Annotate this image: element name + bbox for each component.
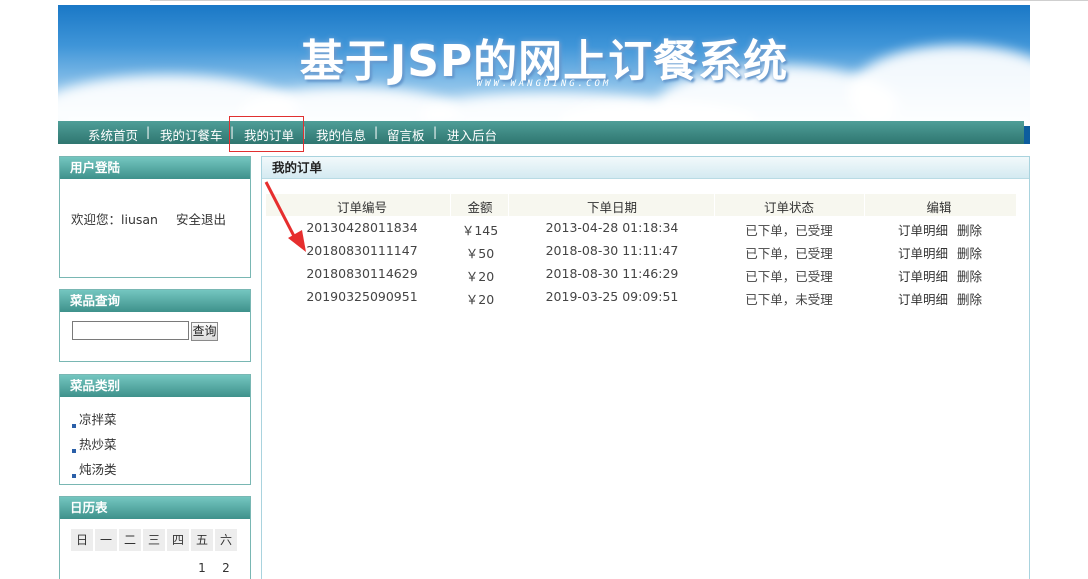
nav-admin[interactable]: 进入后台	[447, 125, 497, 144]
weekday-header: 五	[191, 529, 213, 551]
login-panel-title: 用户登陆	[60, 157, 250, 179]
order-status-cell: 已下单，已受理	[745, 246, 833, 261]
orders-panel-title: 我的订单	[262, 157, 1029, 179]
annotation-highlight-box	[229, 116, 304, 152]
nav-edge-accent	[1024, 126, 1030, 144]
nav-home[interactable]: 系统首页	[88, 125, 138, 144]
column-header-status: 订单状态	[763, 200, 814, 215]
order-delete-link[interactable]: 删除	[957, 220, 982, 239]
orders-panel: 我的订单 订单编号 金额 下单日期 订单状态 编辑 20130428011834…	[261, 156, 1030, 579]
bullet-icon	[72, 449, 76, 453]
calendar-day[interactable]: 2	[215, 561, 237, 575]
order-detail-link[interactable]: 订单明细	[898, 243, 948, 262]
category-item[interactable]: 热炒菜	[72, 434, 117, 453]
browser-top-edge	[150, 0, 1088, 3]
calendar-day[interactable]: 1	[191, 561, 213, 575]
calendar-title: 日历表	[60, 497, 250, 519]
order-id-cell: 20180830114629	[306, 266, 418, 281]
dish-category-panel: 菜品类别 凉拌菜 热炒菜 炖汤类	[59, 374, 251, 485]
order-date-cell: 2019-03-25 09:09:51	[545, 289, 679, 304]
column-header-amount: 金额	[467, 200, 493, 215]
order-amount-cell: ￥20	[465, 269, 495, 284]
order-date-cell: 2018-08-30 11:46:29	[545, 266, 679, 281]
order-status-cell: 已下单，已受理	[745, 269, 833, 284]
column-header-order-date: 下单日期	[586, 200, 637, 215]
calendar-panel: 日历表 日 一 二 三 四 五 六 1 2	[59, 496, 251, 579]
order-delete-link[interactable]: 删除	[957, 289, 982, 308]
weekday-header: 四	[167, 529, 189, 551]
order-id-cell: 20130428011834	[306, 220, 418, 235]
order-date-cell: 2013-04-28 01:18:34	[545, 220, 679, 235]
column-divider	[714, 194, 715, 216]
nav-message-board[interactable]: 留言板	[387, 125, 425, 144]
category-item[interactable]: 凉拌菜	[72, 409, 117, 428]
bullet-icon	[72, 424, 76, 428]
column-header-edit: 编辑	[926, 200, 952, 215]
column-header-order-id: 订单编号	[336, 200, 387, 215]
order-detail-link[interactable]: 订单明细	[898, 289, 948, 308]
order-amount-cell: ￥20	[465, 292, 495, 307]
dish-search-panel: 菜品查询 查询	[59, 289, 251, 362]
column-divider	[450, 194, 451, 216]
site-banner: 基于JSP的网上订餐系统 WWW.WANGDING.COM	[58, 5, 1030, 121]
weekday-header: 日	[71, 529, 93, 551]
annotation-arrow-icon	[264, 181, 306, 252]
column-divider	[508, 194, 509, 216]
welcome-text: 欢迎您：liusan	[71, 212, 158, 227]
bullet-icon	[72, 474, 76, 478]
main-nav: 系统首页 | 我的订餐车 | 我的订单 | 我的信息 | 留言板 | 进入后台	[58, 121, 1024, 144]
logout-link[interactable]: 安全退出	[176, 212, 226, 227]
order-date-cell: 2018-08-30 11:11:47	[545, 243, 679, 258]
nav-separator: |	[433, 125, 438, 139]
order-delete-link[interactable]: 删除	[957, 243, 982, 262]
order-id-cell: 20190325090951	[306, 289, 418, 304]
dish-search-title: 菜品查询	[60, 290, 250, 312]
order-amount-cell: ￥145	[461, 223, 499, 238]
column-divider	[864, 194, 865, 216]
order-detail-link[interactable]: 订单明细	[898, 266, 948, 285]
dish-search-button[interactable]: 查询	[191, 322, 218, 341]
nav-separator: |	[374, 125, 379, 139]
order-status-cell: 已下单，未受理	[745, 292, 833, 307]
weekday-header: 三	[143, 529, 165, 551]
dish-search-input[interactable]	[72, 321, 189, 340]
order-status-cell: 已下单，已受理	[745, 223, 833, 238]
order-amount-cell: ￥50	[465, 246, 495, 261]
weekday-header: 一	[95, 529, 117, 551]
site-subtitle: WWW.WANGDING.COM	[476, 79, 612, 89]
category-item[interactable]: 炖汤类	[72, 459, 117, 478]
weekday-header: 六	[215, 529, 237, 551]
order-delete-link[interactable]: 删除	[957, 266, 982, 285]
order-id-cell: 20180830111147	[306, 243, 418, 258]
weekday-header: 二	[119, 529, 141, 551]
dish-category-title: 菜品类别	[60, 375, 250, 397]
nav-cart[interactable]: 我的订餐车	[160, 125, 223, 144]
nav-my-info[interactable]: 我的信息	[316, 125, 366, 144]
login-panel: 用户登陆 欢迎您：liusan 安全退出	[59, 156, 251, 278]
nav-separator: |	[146, 125, 151, 139]
order-detail-link[interactable]: 订单明细	[898, 220, 948, 239]
